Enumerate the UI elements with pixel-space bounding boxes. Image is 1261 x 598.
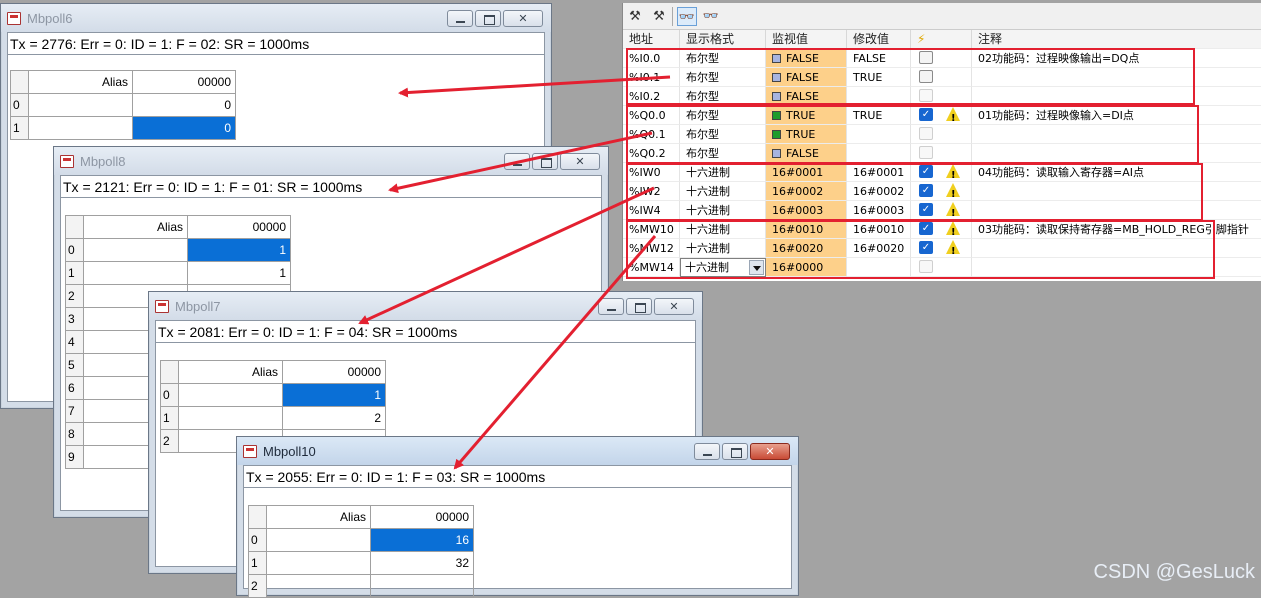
table-row[interactable]: 10: [10, 116, 236, 140]
monitor-all-icon[interactable]: 👓: [677, 7, 697, 26]
app-icon: [60, 155, 74, 168]
annotation-box-holding-registers: [626, 220, 1215, 279]
register-table: Alias 00000 00 10: [10, 70, 236, 140]
minimize-button[interactable]: [504, 153, 530, 170]
table-row[interactable]: 2: [248, 574, 474, 598]
watermark: CSDN @GesLuck: [1093, 561, 1255, 583]
status-line: Tx = 2081: Err = 0: ID = 1: F = 04: SR =…: [156, 321, 695, 343]
force-icon[interactable]: ⚡: [911, 30, 972, 49]
mbpoll10-titlebar[interactable]: Mbpoll10: [237, 437, 798, 465]
close-button[interactable]: [750, 443, 790, 460]
minimize-button[interactable]: [598, 298, 624, 315]
mbpoll7-titlebar[interactable]: Mbpoll7: [149, 292, 702, 320]
close-button[interactable]: [560, 153, 600, 170]
alias-header: Alias: [266, 505, 371, 529]
app-icon: [7, 12, 21, 25]
maximize-button[interactable]: [722, 443, 748, 460]
minimize-button[interactable]: [694, 443, 720, 460]
window-title: Mbpoll10: [263, 444, 316, 459]
table-row[interactable]: 11: [65, 261, 291, 285]
table-row[interactable]: 12: [160, 406, 386, 430]
maximize-button[interactable]: [626, 298, 652, 315]
table-row[interactable]: 00: [10, 93, 236, 117]
register-grid[interactable]: Alias 00000 0 16 1 32 2: [244, 488, 791, 598]
address-column-header[interactable]: 地址: [623, 30, 680, 49]
address-header: 00000: [187, 215, 291, 239]
format-column-header[interactable]: 显示格式: [680, 30, 766, 49]
toolbar-separator: [672, 7, 673, 26]
table-row[interactable]: 01: [65, 238, 291, 262]
app-icon: [155, 300, 169, 313]
address-header: 00000: [370, 505, 474, 529]
address-header: 00000: [132, 70, 236, 94]
mbpoll10-client: Tx = 2055: Err = 0: ID = 1: F = 03: SR =…: [243, 465, 792, 598]
table-row[interactable]: 01: [160, 383, 386, 407]
alias-header: Alias: [83, 215, 188, 239]
comment-column-header[interactable]: 注释: [972, 30, 1261, 49]
window-title: Mbpoll7: [175, 299, 221, 314]
mbpoll6-titlebar[interactable]: Mbpoll6: [1, 4, 551, 32]
minimize-button[interactable]: [447, 10, 473, 27]
close-button[interactable]: [503, 10, 543, 27]
modify-trigger-icon[interactable]: ⚒: [649, 7, 669, 26]
watch-toolbar: ⚒ ⚒ 👓 👓: [623, 3, 1261, 30]
status-line: Tx = 2121: Err = 0: ID = 1: F = 01: SR =…: [61, 176, 601, 198]
address-header: 00000: [282, 360, 386, 384]
mbpoll8-titlebar[interactable]: Mbpoll8: [54, 147, 608, 175]
watch-header-row: 地址 显示格式 监视值 修改值 ⚡ 注释: [623, 30, 1261, 49]
modify-value-column-header[interactable]: 修改值: [847, 30, 911, 49]
monitor-once-icon[interactable]: 👓: [701, 7, 721, 26]
maximize-button[interactable]: [475, 10, 501, 27]
modify-now-icon[interactable]: ⚒: [625, 7, 645, 26]
maximize-button[interactable]: [532, 153, 558, 170]
register-table: Alias 00000 0 16 1 32 2: [248, 505, 474, 598]
mbpoll10-window[interactable]: Mbpoll10 Tx = 2055: Err = 0: ID = 1: F =…: [236, 436, 799, 598]
status-line: Tx = 2055: Err = 0: ID = 1: F = 03: SR =…: [244, 466, 791, 488]
annotation-box-inputs: [626, 48, 1195, 105]
status-line: Tx = 2776: Err = 0: ID = 1: F = 02: SR =…: [8, 33, 544, 55]
window-title: Mbpoll6: [27, 11, 73, 26]
annotation-box-outputs: [626, 105, 1199, 164]
annotation-box-input-registers: [626, 163, 1203, 221]
app-icon: [243, 445, 257, 458]
table-row[interactable]: 1 32: [248, 551, 474, 575]
monitor-value-column-header[interactable]: 监视值: [766, 30, 847, 49]
alias-header: Alias: [28, 70, 133, 94]
table-row[interactable]: 0 16: [248, 528, 474, 552]
window-title: Mbpoll8: [80, 154, 126, 169]
close-button[interactable]: [654, 298, 694, 315]
alias-header: Alias: [178, 360, 283, 384]
